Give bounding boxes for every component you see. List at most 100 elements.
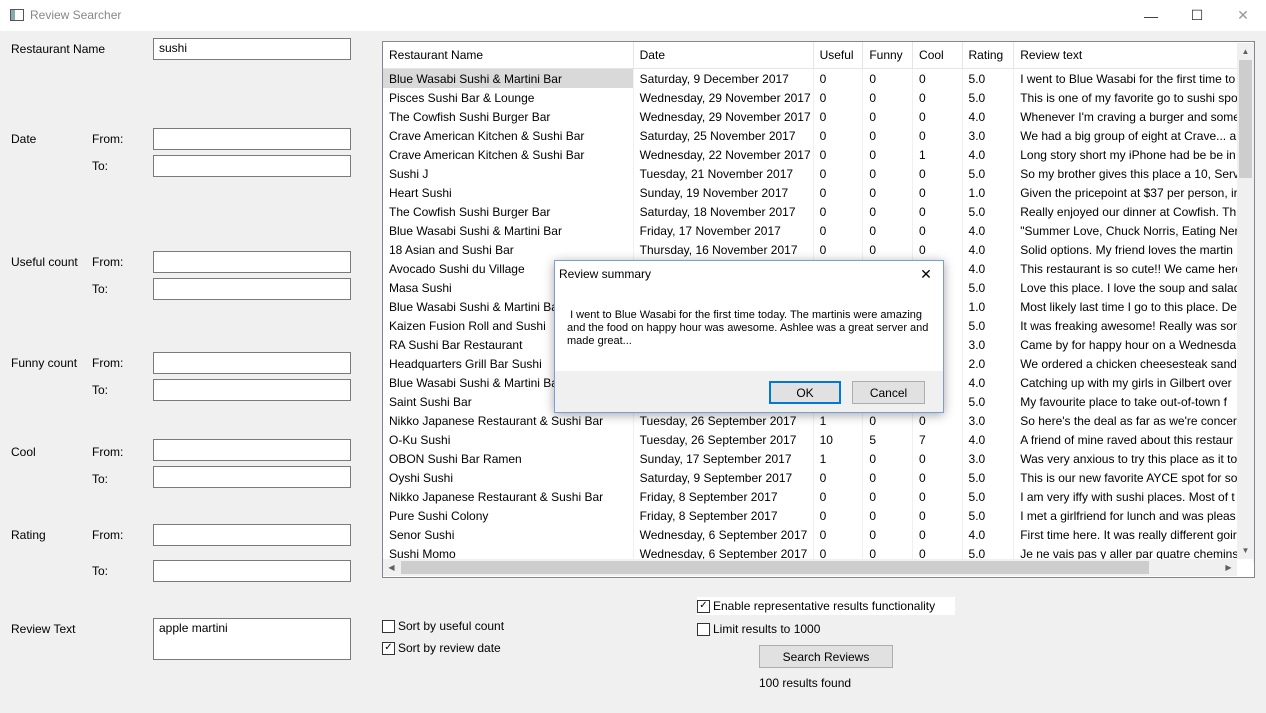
cool-from-input[interactable] — [153, 439, 351, 461]
table-cell: Pisces Sushi Bar & Lounge — [383, 88, 634, 107]
sort-date-box[interactable]: ✓ — [382, 641, 395, 655]
table-cell: 0 — [862, 221, 914, 240]
table-row[interactable]: The Cowfish Sushi Burger Bar Wednesday, 2… — [383, 107, 1254, 126]
date-to-input[interactable] — [153, 155, 351, 177]
close-button[interactable]: ✕ — [1220, 0, 1266, 31]
column-header[interactable]: Cool — [912, 42, 963, 69]
table-cell: O-Ku Sushi — [383, 430, 634, 449]
table-row[interactable]: Pure Sushi Colony Friday, 8 September 201… — [383, 506, 1254, 525]
table-cell: 0 — [813, 126, 864, 145]
search-reviews-button[interactable]: Search Reviews — [759, 645, 893, 668]
table-cell: I met a girlfriend for lunch and was ple… — [1013, 506, 1254, 525]
rating-from-label: From: — [92, 528, 124, 542]
representative-checkbox[interactable]: ✓ Enable representative results function… — [697, 597, 956, 615]
table-cell: Whenever I'm craving a burger and some — [1013, 107, 1254, 126]
rating-to-input[interactable] — [153, 560, 351, 582]
funny-to-input[interactable] — [153, 379, 351, 401]
table-cell: 0 — [912, 68, 963, 88]
useful-to-input[interactable] — [153, 278, 351, 300]
table-cell: 0 — [912, 107, 963, 126]
window-title: Review Searcher — [30, 8, 122, 22]
table-cell: 0 — [862, 68, 914, 88]
table-cell: 4.0 — [962, 525, 1015, 544]
table-row[interactable]: 18 Asian and Sushi Bar Thursday, 16 Novem… — [383, 240, 1254, 259]
column-header[interactable]: Useful — [813, 42, 864, 69]
table-cell: 0 — [912, 183, 963, 202]
table-row[interactable]: O-Ku Sushi Tuesday, 26 September 2017 10 5 7… — [383, 430, 1254, 449]
dialog-cancel-button[interactable]: Cancel — [852, 381, 925, 404]
table-cell: I went to Blue Wasabi for the first time… — [1013, 68, 1254, 88]
date-to-label: To: — [92, 159, 109, 173]
table-row[interactable]: Heart Sushi Sunday, 19 November 2017 0 0 0 1.… — [383, 183, 1254, 202]
column-header[interactable]: Review text — [1013, 42, 1254, 69]
column-header[interactable]: Rating — [962, 42, 1015, 69]
column-header[interactable]: Restaurant Name — [383, 42, 634, 69]
table-row[interactable]: The Cowfish Sushi Burger Bar Saturday, 18… — [383, 202, 1254, 221]
sort-useful-checkbox[interactable]: Sort by useful count — [382, 619, 504, 633]
table-cell: This restaurant is so cute!! We came her… — [1013, 259, 1254, 278]
table-cell: 5.0 — [962, 487, 1015, 506]
rating-from-input[interactable] — [153, 524, 351, 546]
table-cell: 5.0 — [962, 88, 1015, 107]
review-text-input[interactable]: apple martini — [153, 618, 351, 660]
title-bar: Review Searcher — ☐ ✕ — [0, 0, 1266, 31]
table-row[interactable]: Crave American Kitchen & Sushi Bar Wednes… — [383, 145, 1254, 164]
table-cell: 5.0 — [962, 278, 1015, 297]
minimize-button[interactable]: — — [1128, 0, 1174, 31]
table-row[interactable]: Nikko Japanese Restaurant & Sushi Bar Fri… — [383, 487, 1254, 506]
table-row[interactable]: Oyshi Sushi Saturday, 9 September 2017 0 0 0… — [383, 468, 1254, 487]
scroll-left-icon[interactable]: ◀ — [383, 559, 400, 576]
table-header-row: Restaurant Name Date Useful Funny Cool Rating… — [383, 42, 1254, 69]
table-row[interactable]: Blue Wasabi Sushi & Martini Bar Saturday,… — [383, 68, 1254, 88]
table-cell: 0 — [862, 449, 914, 468]
useful-from-input[interactable] — [153, 251, 351, 273]
dialog-ok-button[interactable]: OK — [769, 381, 841, 404]
table-row[interactable]: Pisces Sushi Bar & Lounge Wednesday, 29 N… — [383, 88, 1254, 107]
dialog-close-icon[interactable]: ✕ — [913, 263, 939, 285]
table-cell: This is one of my favorite go to sushi s… — [1013, 88, 1254, 107]
table-cell: 0 — [912, 487, 963, 506]
sort-useful-box[interactable] — [382, 619, 395, 633]
table-cell: 5.0 — [962, 164, 1015, 183]
table-cell: 0 — [813, 107, 864, 126]
vertical-scrollbar[interactable]: ▲ ▼ — [1237, 43, 1254, 559]
table-cell: 7 — [912, 430, 963, 449]
table-cell: 4.0 — [962, 373, 1015, 392]
scroll-up-icon[interactable]: ▲ — [1237, 43, 1254, 60]
table-row[interactable]: Sushi J Tuesday, 21 November 2017 0 0 0 5.0 So… — [383, 164, 1254, 183]
cool-to-input[interactable] — [153, 466, 351, 488]
table-cell: Saturday, 9 December 2017 — [633, 68, 814, 88]
date-from-input[interactable] — [153, 128, 351, 150]
table-row[interactable]: OBON Sushi Bar Ramen Sunday, 17 September… — [383, 449, 1254, 468]
representative-box[interactable]: ✓ — [697, 599, 710, 613]
results-count-text: 100 results found — [759, 676, 852, 690]
limit-box[interactable] — [697, 622, 710, 636]
table-row[interactable]: Senor Sushi Wednesday, 6 September 2017 0 0… — [383, 525, 1254, 544]
table-cell: My favourite place to take out-of-town f — [1013, 392, 1254, 411]
table-cell: First time here. It was really different… — [1013, 525, 1254, 544]
table-row[interactable]: Nikko Japanese Restaurant & Sushi Bar Tue… — [383, 411, 1254, 430]
table-cell: 0 — [813, 506, 864, 525]
table-cell: 5.0 — [962, 68, 1015, 88]
table-cell: Oyshi Sushi — [383, 468, 634, 487]
sort-date-checkbox[interactable]: ✓ Sort by review date — [382, 641, 501, 655]
horizontal-scrollbar[interactable]: ◀ ▶ — [383, 559, 1237, 576]
table-row[interactable]: Blue Wasabi Sushi & Martini Bar Friday, 1… — [383, 221, 1254, 240]
horizontal-scroll-thumb[interactable] — [401, 561, 1149, 574]
table-cell: This is our new favorite AYCE spot for s… — [1013, 468, 1254, 487]
column-header[interactable]: Date — [633, 42, 814, 69]
table-cell: 5.0 — [962, 316, 1015, 335]
scroll-right-icon[interactable]: ▶ — [1220, 559, 1237, 576]
funny-from-input[interactable] — [153, 352, 351, 374]
maximize-button[interactable]: ☐ — [1174, 0, 1220, 31]
table-row[interactable]: Crave American Kitchen & Sushi Bar Saturd… — [383, 126, 1254, 145]
table-cell: Crave American Kitchen & Sushi Bar — [383, 126, 634, 145]
column-header[interactable]: Funny — [862, 42, 914, 69]
limit-checkbox[interactable]: Limit results to 1000 — [697, 622, 820, 636]
table-cell: 5.0 — [962, 202, 1015, 221]
table-cell: 4.0 — [962, 240, 1015, 259]
scroll-down-icon[interactable]: ▼ — [1237, 542, 1254, 559]
vertical-scroll-thumb[interactable] — [1239, 60, 1252, 178]
restaurant-name-input[interactable]: sushi — [153, 38, 351, 60]
funny-from-label: From: — [92, 356, 124, 370]
